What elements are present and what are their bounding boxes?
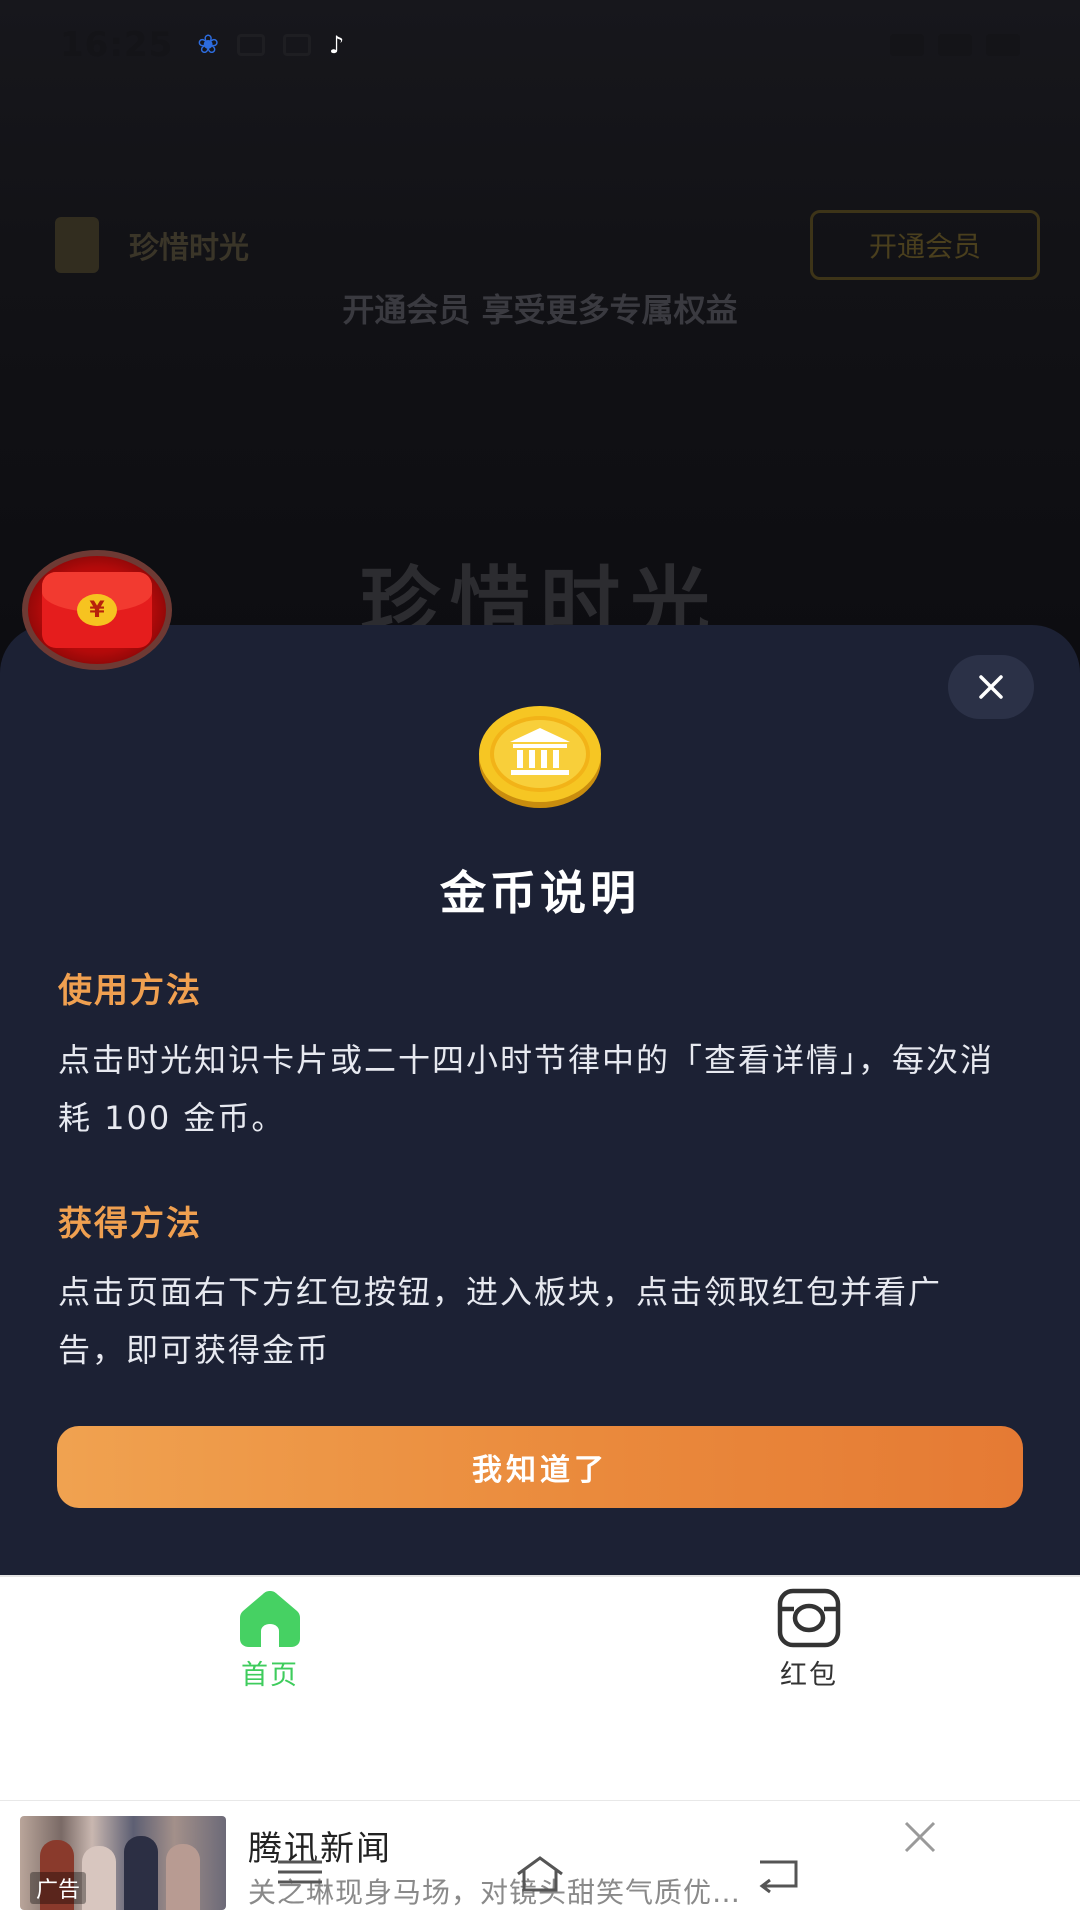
bg-membership-row: 珍惜时光 开通会员 xyxy=(55,210,1040,280)
usage-heading: 使用方法 xyxy=(58,971,202,1011)
notification-box-icon xyxy=(237,34,266,56)
camera-icon xyxy=(777,1588,841,1648)
ad-title[interactable]: 腾讯新闻 xyxy=(248,1821,392,1870)
wifi-icon xyxy=(938,34,972,56)
tiktok-icon: ♪ xyxy=(329,31,345,59)
app-logo xyxy=(55,217,99,273)
ad-thumbnail[interactable]: 广告 xyxy=(20,1816,226,1910)
message-icon xyxy=(283,34,312,56)
red-packet-icon: ¥ xyxy=(42,572,152,648)
signal-icon xyxy=(890,34,924,56)
bg-app-name: 珍惜时光 xyxy=(129,231,249,266)
battery-icon xyxy=(986,34,1020,56)
coin-info-modal: 金币说明 使用方法 点击时光知识卡片或二十四小时节律中的「查看详情」，每次消耗 … xyxy=(0,625,1080,1575)
modal-title: 金币说明 xyxy=(440,866,640,920)
confirm-button[interactable]: 我知道了 xyxy=(57,1426,1023,1508)
tab-red-packet-label: 红包 xyxy=(780,1660,838,1691)
baidu-paw-icon: ❀ xyxy=(197,30,220,60)
earn-body: 点击页面右下方红包按钮，进入板块，点击领取红包并看广告，即可获得金币 xyxy=(58,1273,943,1369)
status-system-icons xyxy=(890,34,1020,56)
home-icon xyxy=(240,1591,300,1647)
background-page: 16:25 ❀ ♪ 珍惜时光 开通会员 开通会员 享受更多专属权益 珍惜时光 xyxy=(0,0,1080,640)
bottom-tab-bar: 首页 红包 xyxy=(0,1575,1080,1800)
vip-button[interactable]: 开通会员 xyxy=(810,210,1040,280)
ad-banner[interactable]: 广告 腾讯新闻 关之琳现身马场，对镜头甜笑气质优… xyxy=(0,1800,1080,1920)
status-time: 16:25 xyxy=(60,25,174,65)
floating-red-packet-button[interactable]: ¥ xyxy=(22,550,172,670)
ad-tag: 广告 xyxy=(30,1872,87,1904)
ad-close-icon[interactable] xyxy=(900,1817,940,1857)
usage-body: 点击时光知识卡片或二十四小时节律中的「查看详情」，每次消耗 100 金币。 xyxy=(58,1041,995,1137)
red-packet-coin: ¥ xyxy=(77,594,117,626)
tab-home[interactable]: 首页 xyxy=(170,1587,370,1697)
ad-description[interactable]: 关之琳现身马场，对镜头甜笑气质优… xyxy=(248,1871,878,1911)
tab-home-label: 首页 xyxy=(241,1660,299,1691)
close-icon xyxy=(979,675,1003,699)
gold-coin-icon xyxy=(479,706,601,808)
bg-subtitle: 开通会员 享受更多专属权益 xyxy=(342,291,738,329)
earn-heading: 获得方法 xyxy=(58,1204,202,1244)
close-button[interactable] xyxy=(948,655,1034,719)
tab-red-packet[interactable]: 红包 xyxy=(709,1587,909,1697)
status-notification-icons: ❀ ♪ xyxy=(197,32,344,58)
status-bar: 16:25 ❀ ♪ xyxy=(0,0,1080,90)
